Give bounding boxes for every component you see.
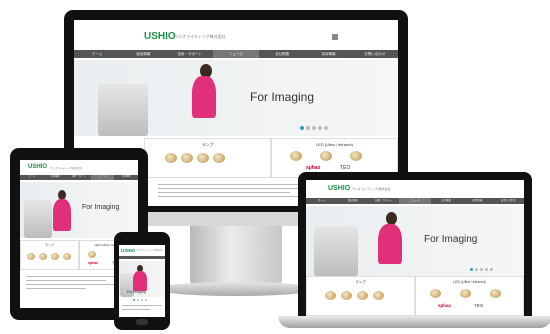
site-tagline: ウシオライティング株式会社 [137,250,163,252]
site-logo[interactable]: USHIO [328,185,350,192]
hero-headline: For Imaging [250,90,315,104]
hero-person-dress [53,199,71,231]
product-card-led[interactable]: LED (Ultra / Infrared) sphax TEO [415,276,524,316]
site-header: USHIO ウシオライティング株式会社 [119,245,165,255]
nav-item-support[interactable]: 技術・サポート [67,175,91,180]
site-tagline: ウシオライティング株式会社 [50,167,83,170]
search-icon[interactable] [332,34,338,40]
laptop-screen: USHIO ウシオライティング株式会社 ホーム 製品情報 技術・サポート ニュー… [306,180,524,316]
nav-item-careers[interactable]: 採用情報 [305,50,351,58]
hero-person-dress [192,76,216,118]
hero-banner: For Imaging [119,261,165,297]
main-nav: ホーム 製品情報 技術・サポート ニュース 会社概要 採用情報 お問い合わせ [306,198,524,204]
brand-teo: TEO [474,303,484,308]
nav-item-products[interactable]: 製品情報 [44,175,68,180]
phone-screen: USHIO ウシオライティング株式会社 For Imaging [119,245,165,317]
product-card-lamp[interactable]: ランプ [20,240,79,270]
site-logo[interactable]: USHIO [144,31,176,42]
main-nav [119,256,165,259]
brand-sphax: sphax [306,165,321,171]
phone-home-button [136,319,148,325]
product-card-title: LED (Ultra / Infrared) [315,142,354,147]
nav-item-support[interactable]: 技術・サポート [368,198,399,204]
nav-item-home[interactable]: ホーム [74,50,120,58]
hero-person-dress [133,271,147,291]
site-tagline: ウシオライティング株式会社 [352,187,391,191]
laptop-base [278,316,550,328]
product-card-lamp[interactable]: ランプ [306,276,415,316]
product-card-title: ランプ [45,243,54,247]
carousel-dots[interactable] [133,299,147,301]
nav-item-support[interactable]: 技術・サポート [167,50,213,58]
news-list [26,276,126,292]
hero-headline: For Imaging [82,204,120,211]
nav-item-products[interactable]: 製品情報 [120,50,166,58]
monitor-stand [190,226,282,286]
hero-headline: For Imaging [127,290,146,294]
hero-copier-image [98,84,148,136]
product-cards: ランプ LED (Ultra / Infrared) sphax TEO [306,276,524,316]
product-card-title: ランプ [355,280,366,284]
nav-item-news[interactable]: ニュース [399,198,431,204]
main-nav: ホーム 製品情報 技術・サポート ニュース 会社概要 採用情報 お問い合わせ [74,50,398,58]
monitor-stand-base [156,282,316,296]
site-header: USHIO ウシオライティング株式会社 [74,20,398,46]
news-list [122,305,162,313]
nav-item-news[interactable]: ニュース [90,175,115,180]
nav-item-home[interactable]: ホーム [20,175,44,180]
hero-copier-image [24,200,52,238]
product-card-title: ランプ [201,142,214,147]
brand-sphax: sphax [438,303,452,308]
product-card-lamp[interactable]: ランプ [144,138,271,178]
hero-person-dress [378,224,402,264]
hero-copier-image [314,226,358,276]
hero-banner: For Imaging [20,182,138,238]
nav-item-home[interactable]: ホーム [306,198,337,204]
nav-item-news[interactable]: ニュース [212,50,260,58]
brand-teo: TEO [340,165,351,171]
nav-item-company[interactable]: 会社概要 [114,175,138,180]
hero-banner: For Imaging [74,60,398,136]
site-tagline: ウシオライティング株式会社 [174,34,226,39]
nav-item-careers[interactable]: 採用情報 [462,198,493,204]
site-logo[interactable]: USHIO [121,248,135,253]
product-card-title: LED (Ultra / Infrared) [453,280,486,284]
main-nav: ホーム 製品情報 技術・サポート ニュース 会社概要 [20,175,138,180]
site-logo[interactable]: USHIO [28,164,47,170]
nav-item-company[interactable]: 会社概要 [431,198,462,204]
carousel-dots[interactable] [470,268,493,271]
site-header: USHIO ウシオライティング株式会社 [20,160,138,174]
hero-headline: For Imaging [424,234,478,245]
nav-item-contact[interactable]: お問い合わせ [493,198,524,204]
nav-item-contact[interactable]: お問い合わせ [352,50,398,58]
site-header: USHIO ウシオライティング株式会社 [306,180,524,196]
hero-banner: For Imaging [306,206,524,276]
carousel-dots[interactable] [300,126,328,130]
nav-item-products[interactable]: 製品情報 [337,198,368,204]
brand-sphax: sphax [88,261,99,265]
nav-item-company[interactable]: 会社概要 [259,50,305,58]
